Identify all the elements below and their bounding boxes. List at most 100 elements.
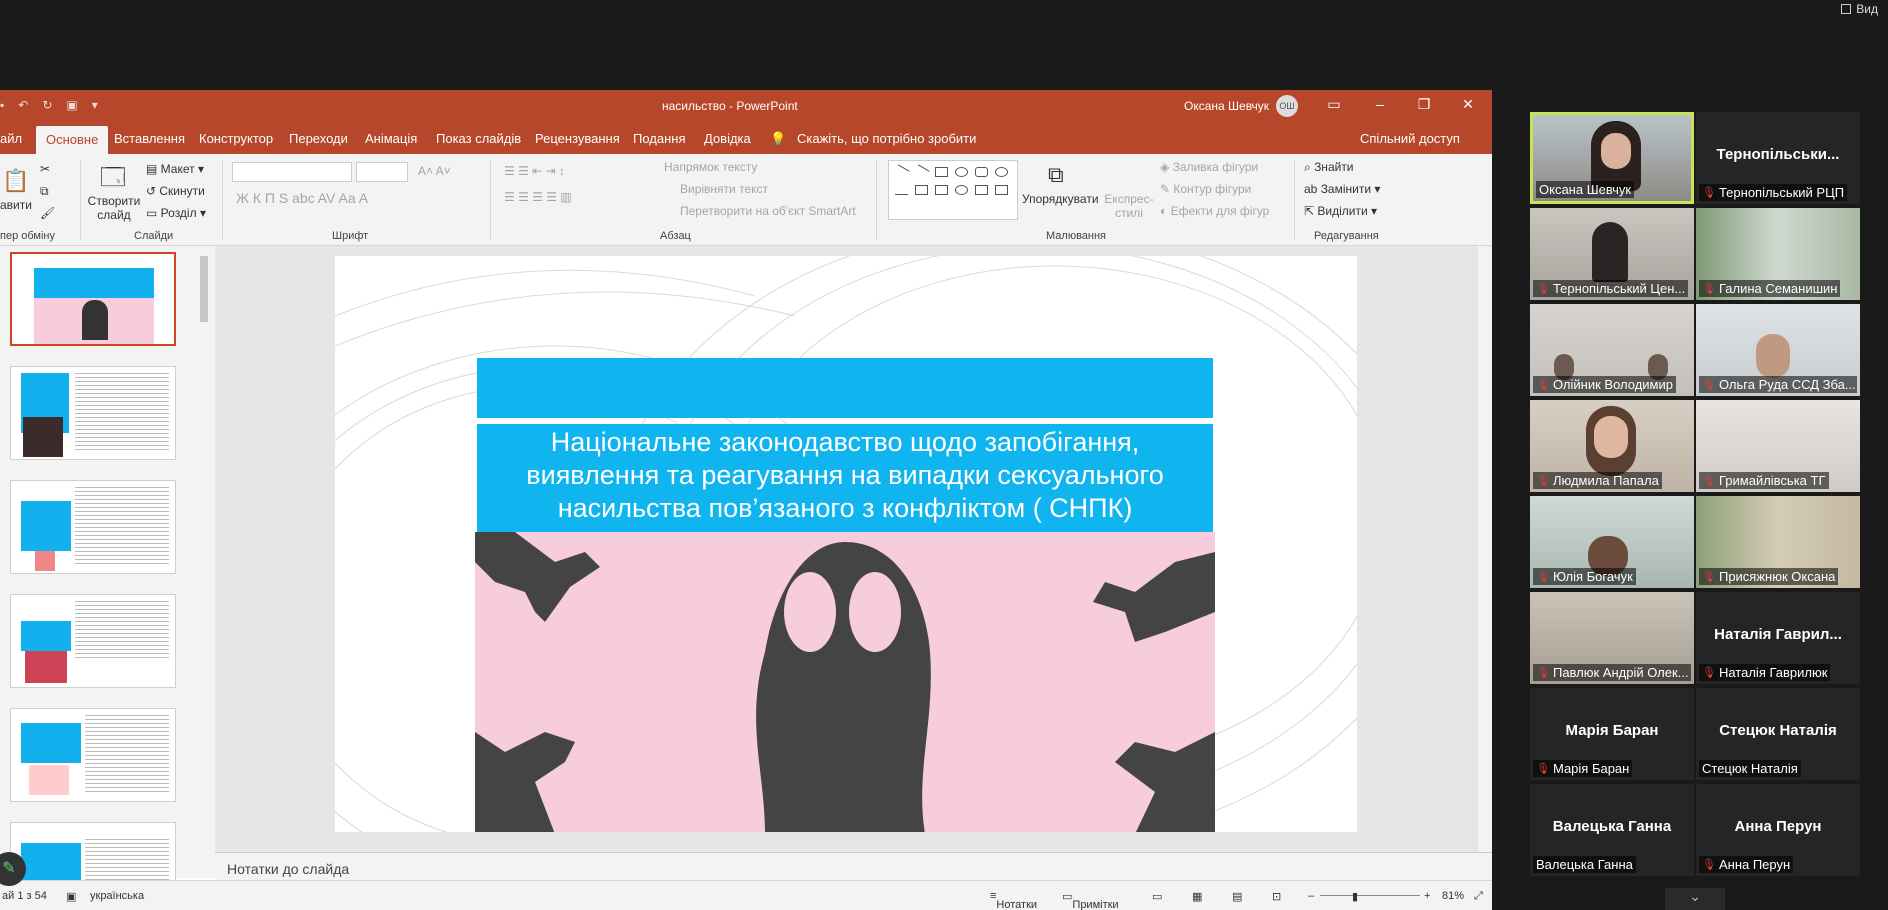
spellcheck-icon[interactable]: ▣ [66,890,76,903]
tab-view[interactable]: Подання [633,131,686,146]
present-icon[interactable]: ▣ [66,98,77,112]
format-painter-icon[interactable]: 🖌 [40,206,55,220]
font-size-select[interactable] [356,162,408,182]
align-icons[interactable]: ☰ ☰ ☰ ☰ ▥ [504,190,572,204]
user-name[interactable]: Оксана Шевчук [1184,99,1269,113]
tab-home[interactable]: Основне [36,126,109,154]
redo-icon[interactable]: ↻ [42,98,52,112]
slide-thumbnail-3[interactable] [10,480,176,574]
participant-name: Валецька Ганна [1536,857,1633,872]
arrange-icon[interactable]: ⧉ [1048,162,1064,188]
shape-outline-button[interactable]: ✎ Контур фігури [1160,182,1251,196]
tell-me-box[interactable]: Скажіть, що потрібно зробити [797,131,976,146]
notes-pane[interactable]: Нотатки до слайда [215,852,1492,880]
comments-toggle[interactable]: ▭ Примітки [1062,890,1119,910]
zoom-in-icon[interactable]: + [1424,890,1430,902]
slide-scrollbar[interactable] [1478,246,1492,852]
font-format-icons[interactable]: Ж К П S abc AV Aa A [236,190,368,206]
participant-tile[interactable]: Наталія Гаврил... 🎙 Наталія Гаврилюк [1696,592,1860,684]
sorter-view-icon[interactable]: ▦ [1192,890,1202,903]
find-button[interactable]: ⌕ Знайти [1304,160,1354,175]
reading-view-icon[interactable]: ▤ [1232,890,1242,903]
tab-help[interactable]: Довідка [704,131,751,146]
slideshow-view-icon[interactable]: ⊡ [1272,890,1281,903]
align-text-button[interactable]: Вирівняти текст [680,182,768,196]
quick-styles-button[interactable]: Експрес-стилі [1104,192,1154,220]
participant-tile[interactable]: 🎙 Ольга Руда ССД Зба... [1696,304,1860,396]
slide-thumbnail-5[interactable] [10,708,176,802]
participant-tile[interactable]: 🎙 Присяжнюк Оксана [1696,496,1860,588]
slide-thumbnail-1[interactable] [10,252,176,346]
participant-tile[interactable]: 🎙 Гримайлівська ТГ [1696,400,1860,492]
language-indicator[interactable]: українська [90,890,144,902]
customize-icon[interactable]: ▾ [92,98,98,112]
paste-icon[interactable]: 📋 [2,168,29,194]
status-bar: ай 1 з 54 ▣ українська ≡ Нотатки ▭ Примі… [0,880,1492,910]
participant-tile[interactable]: Оксана Шевчук [1530,112,1694,204]
participant-tile[interactable]: 🎙 Галина Семанишин [1696,208,1860,300]
tab-file[interactable]: айл [0,131,22,146]
section-button[interactable]: ▭ Розділ ▾ [146,206,206,220]
close-icon[interactable]: ✕ [1458,96,1478,113]
participant-tile[interactable]: Марія Баран 🎙 Марія Баран [1530,688,1694,780]
user-avatar[interactable]: ОШ [1276,95,1298,117]
layout-button[interactable]: ▤ Макет ▾ [146,162,204,176]
bullets-icons[interactable]: ☰ ☰ ⇤ ⇥ ↕ [504,164,565,178]
reset-button[interactable]: ↺ Скинути [146,184,205,198]
share-button[interactable]: Спільний доступ [1360,131,1460,146]
shape-fill-button[interactable]: ◈ Заливка фігури [1160,160,1258,174]
font-grow-icon[interactable]: A˄ A˅ [418,164,451,178]
fit-slide-icon[interactable]: ⤢ [1474,890,1483,903]
tab-insert[interactable]: Вставлення [114,131,185,146]
restore-icon[interactable]: ❐ [1414,96,1434,113]
slide-title[interactable]: Національне законодавство щодо запобіган… [477,424,1213,532]
participant-tile[interactable]: 🎙 Павлюк Андрій Олек... [1530,592,1694,684]
cut-icon[interactable]: ✂ [40,162,50,176]
replace-label: Замінити [1320,182,1372,196]
slide-thumbnail-2[interactable] [10,366,176,460]
zoom-level[interactable]: 81% [1442,890,1464,902]
zoom-slider[interactable] [1320,895,1420,896]
zoom-slider-thumb[interactable]: ▮ [1352,890,1358,903]
new-slide-button[interactable]: Створити слайд [86,194,142,222]
shape-outline-label: Контур фігури [1173,182,1252,196]
replace-button[interactable]: ab Замінити ▾ [1304,182,1380,196]
slide-illustration[interactable] [475,532,1215,832]
tab-slideshow[interactable]: Показ слайдів [436,131,521,146]
ribbon-display-icon[interactable]: ▭ [1324,96,1344,113]
tab-review[interactable]: Рецензування [535,131,620,146]
participant-tile[interactable]: 🎙 Олійник Володимир [1530,304,1694,396]
undo-icon[interactable]: ↶ [18,98,28,112]
select-button[interactable]: ⇱ Виділити ▾ [1304,204,1377,218]
tab-design[interactable]: Конструктор [199,131,273,146]
tab-transitions[interactable]: Переходи [289,131,348,146]
participant-tile[interactable]: Стецюк Наталія Стецюк Наталія [1696,688,1860,780]
minimize-icon[interactable]: – [1370,96,1390,112]
zoom-out-icon[interactable]: – [1308,890,1314,902]
smartart-button[interactable]: Перетворити на об'єкт SmartArt [680,204,856,218]
participant-tile[interactable]: 🎙 Тернопільський Цен... [1530,208,1694,300]
participant-name: Ольга Руда ССД Зба... [1718,377,1856,392]
text-direction-button[interactable]: Напрямок тексту [664,160,757,174]
paste-label[interactable]: авити [0,198,32,212]
arrange-button[interactable]: Упорядкувати [1022,192,1099,206]
participant-tile[interactable]: Анна Перун 🎙 Анна Перун [1696,784,1860,876]
copy-icon[interactable]: ⧉ [40,184,49,199]
current-slide[interactable]: Національне законодавство щодо запобіган… [335,256,1357,832]
participant-tile[interactable]: 🎙 Людмила Папала [1530,400,1694,492]
view-menu[interactable]: Вид [1841,2,1878,16]
shape-effects-button[interactable]: ◐ Ефекти для фігур [1160,204,1269,218]
slide-thumbnail-4[interactable] [10,594,176,688]
shapes-gallery[interactable] [888,160,1018,220]
save-icon[interactable]: ▪ [0,98,4,112]
font-family-select[interactable] [232,162,352,182]
chevron-down-icon[interactable]: ⌄ [1665,888,1725,910]
shape-fill-label: Заливка фігури [1172,160,1259,174]
participant-tile[interactable]: Валецька Ганна Валецька Ганна [1530,784,1694,876]
tab-animations[interactable]: Анімація [365,131,417,146]
participant-tile[interactable]: 🎙 Юлія Богачук [1530,496,1694,588]
participant-tile[interactable]: Тернопільськи... 🎙 Тернопільський РЦП [1696,112,1860,204]
thumbnails-scrollbar[interactable] [197,246,211,878]
normal-view-icon[interactable]: ▭ [1152,890,1162,903]
notes-toggle[interactable]: ≡ Нотатки [990,890,1037,910]
